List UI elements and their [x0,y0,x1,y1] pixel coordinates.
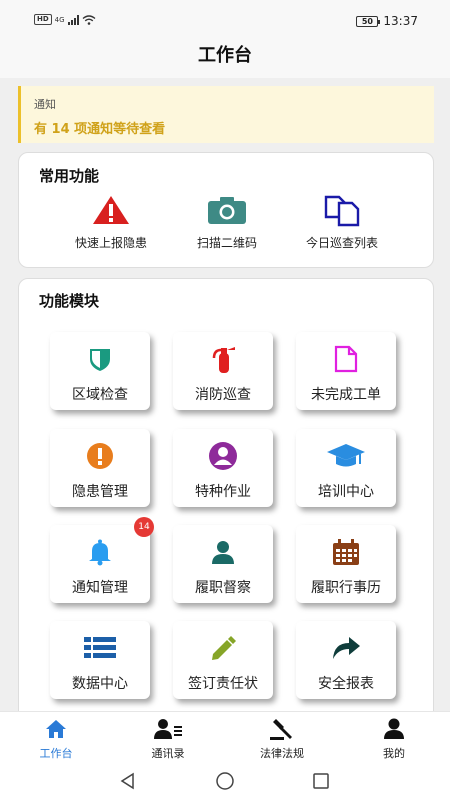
module-duty-calendar[interactable]: 履职行事历 [296,525,396,603]
share-arrow-icon [333,637,360,659]
module-sign-responsibility[interactable]: 签订责任状 [173,621,273,699]
common-functions-title: 常用功能 [39,167,100,185]
module-duty-supervision-label: 履职督察 [195,580,251,596]
profile-icon [384,718,404,739]
contacts-icon [154,719,182,739]
notification-banner[interactable]: 通知 有 14 项通知等待查看 [18,86,434,143]
calendar-icon [333,539,359,565]
module-hazard-management[interactable]: 隐患管理 [50,429,150,507]
todays-patrol-list-label: 今日巡查列表 [305,236,378,250]
module-safety-report[interactable]: 安全报表 [296,621,396,699]
tab-contacts[interactable]: 通讯录 [118,716,218,761]
camera-icon [208,197,246,224]
bottom-tab-bar: 工作台 通讯录 法律法规 我的 [0,711,450,763]
pencil-icon [212,636,236,660]
tab-laws-label: 法律法规 [260,747,304,760]
module-unfinished-orders[interactable]: 未完成工单 [296,332,396,410]
tab-workbench-label: 工作台 [39,747,73,760]
bell-icon [89,539,111,566]
module-area-inspection-label: 区域检查 [72,387,128,403]
module-fire-patrol[interactable]: 消防巡查 [173,332,273,410]
module-training-center-label: 培训中心 [318,484,374,500]
signal-icon [67,14,79,25]
warning-icon [93,196,129,224]
back-icon[interactable] [118,771,138,791]
network-type: 4G [54,15,65,24]
gavel-icon [270,719,292,740]
function-modules-card: 功能模块 区域检查 消防巡查 未完成工单 隐患管理 特种作业 培训中心 14 通… [18,278,434,728]
status-bar: HD 4G 50 13:37 [0,0,450,34]
tab-mine[interactable]: 我的 [344,716,444,761]
notice-label: 通知 [34,98,56,111]
common-functions-card: 常用功能 快速上报隐患 扫描二维码 今日巡查列表 [18,152,434,268]
function-modules-title: 功能模块 [39,292,100,310]
module-sign-responsibility-label: 签订责任状 [188,676,258,692]
module-special-operations-label: 特种作业 [195,484,251,500]
notification-count-badge: 14 [134,517,154,537]
module-duty-supervision[interactable]: 履职督察 [173,525,273,603]
list-icon [84,637,116,658]
notice-text: 有 14 项通知等待查看 [34,122,166,137]
module-notification-management-label: 通知管理 [72,580,128,596]
shield-icon [90,349,110,371]
module-data-center-label: 数据中心 [72,676,128,692]
copy-icon [324,195,360,227]
alert-circle-icon [87,443,113,469]
module-unfinished-orders-label: 未完成工单 [311,387,381,403]
recents-icon[interactable] [311,771,331,791]
module-hazard-management-label: 隐患管理 [72,484,128,500]
home-icon [46,720,66,738]
user-circle-icon [209,442,237,470]
module-notification-management[interactable]: 14 通知管理 [50,517,154,603]
scan-qr-code-label: 扫描二维码 [196,236,257,250]
wifi-icon [82,14,96,25]
fire-extinguisher-icon [212,347,235,373]
module-duty-calendar-label: 履职行事历 [311,580,381,596]
hd-badge: HD [34,14,52,25]
tab-mine-label: 我的 [383,747,405,760]
scan-qr-code[interactable]: 扫描二维码 [162,193,292,251]
tab-workbench[interactable]: 工作台 [6,716,106,761]
module-fire-patrol-label: 消防巡查 [195,387,251,403]
module-area-inspection[interactable]: 区域检查 [50,332,150,410]
module-data-center[interactable]: 数据中心 [50,621,150,699]
tab-contacts-label: 通讯录 [151,747,185,760]
status-right: 50 13:37 [356,14,418,28]
tab-laws[interactable]: 法律法规 [232,716,332,761]
todays-patrol-list[interactable]: 今日巡查列表 [277,193,407,251]
quick-report-hazard-label: 快速上报隐患 [74,236,147,250]
module-safety-report-label: 安全报表 [318,676,374,692]
module-training-center[interactable]: 培训中心 [296,429,396,507]
page-title: 工作台 [0,34,450,78]
person-icon [212,541,234,564]
module-special-operations[interactable]: 特种作业 [173,429,273,507]
clock: 13:37 [383,14,418,28]
system-nav-bar [0,763,450,800]
document-icon [334,345,358,373]
graduation-cap-icon [327,444,365,467]
signal-indicators: HD 4G [34,14,96,25]
battery-icon: 50 [356,15,381,27]
home-button-icon[interactable] [215,771,235,791]
quick-report-hazard[interactable]: 快速上报隐患 [46,193,176,251]
